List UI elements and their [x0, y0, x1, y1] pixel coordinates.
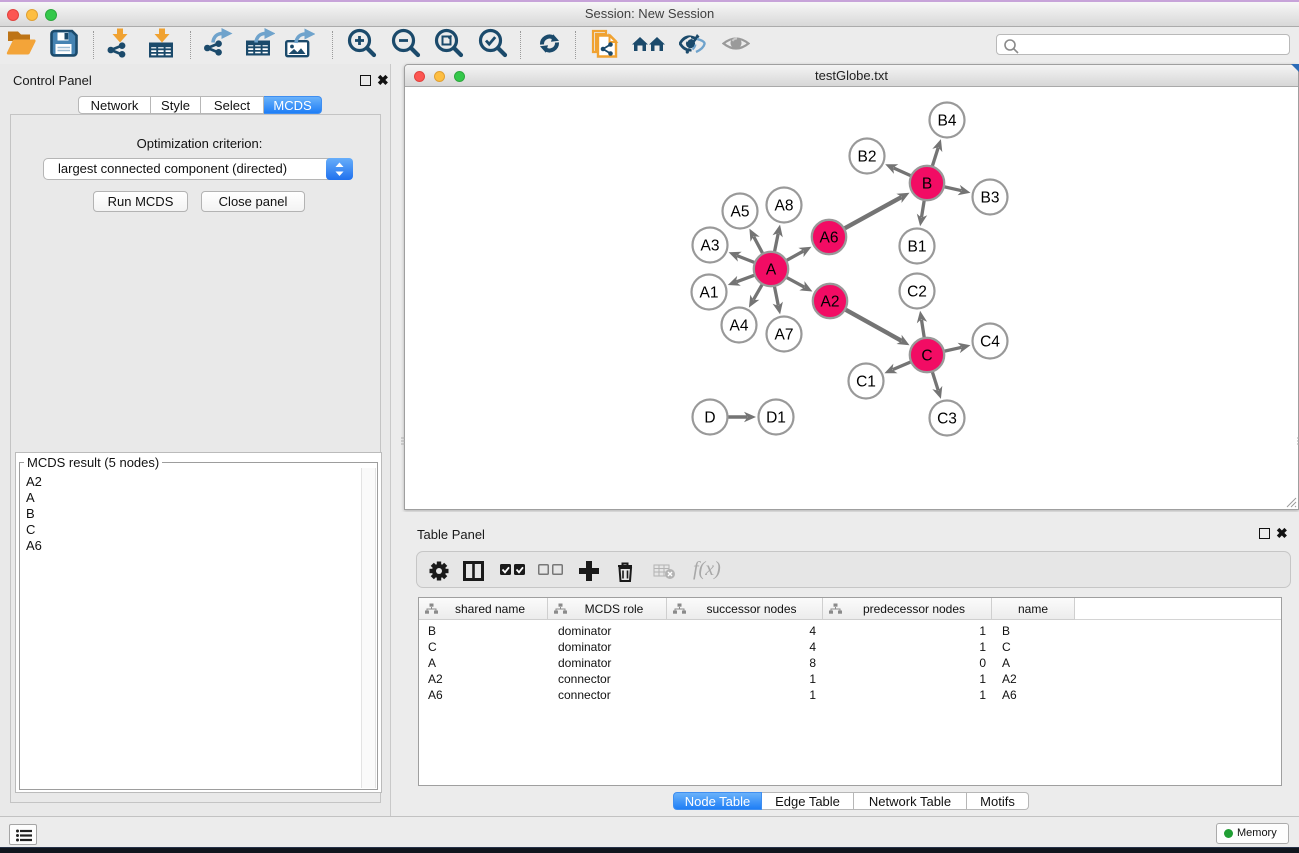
svg-text:A7: A7 — [775, 327, 794, 344]
svg-text:A8: A8 — [775, 198, 794, 215]
svg-text:A5: A5 — [731, 204, 750, 221]
svg-text:D: D — [704, 410, 715, 427]
svg-text:A1: A1 — [700, 285, 719, 302]
svg-text:C3: C3 — [937, 411, 957, 428]
svg-text:C2: C2 — [907, 284, 927, 301]
svg-text:B4: B4 — [938, 113, 957, 130]
svg-text:A: A — [766, 262, 777, 279]
svg-text:B3: B3 — [981, 190, 1000, 207]
svg-text:C4: C4 — [980, 334, 1000, 351]
svg-text:A6: A6 — [820, 230, 839, 247]
svg-text:B2: B2 — [858, 149, 877, 166]
svg-text:B: B — [922, 176, 932, 193]
svg-text:C: C — [921, 348, 932, 365]
svg-text:C1: C1 — [856, 374, 876, 391]
svg-text:A4: A4 — [730, 318, 749, 335]
svg-text:A2: A2 — [821, 294, 840, 311]
svg-text:A3: A3 — [701, 238, 720, 255]
svg-text:D1: D1 — [766, 410, 786, 427]
svg-text:B1: B1 — [908, 239, 927, 256]
